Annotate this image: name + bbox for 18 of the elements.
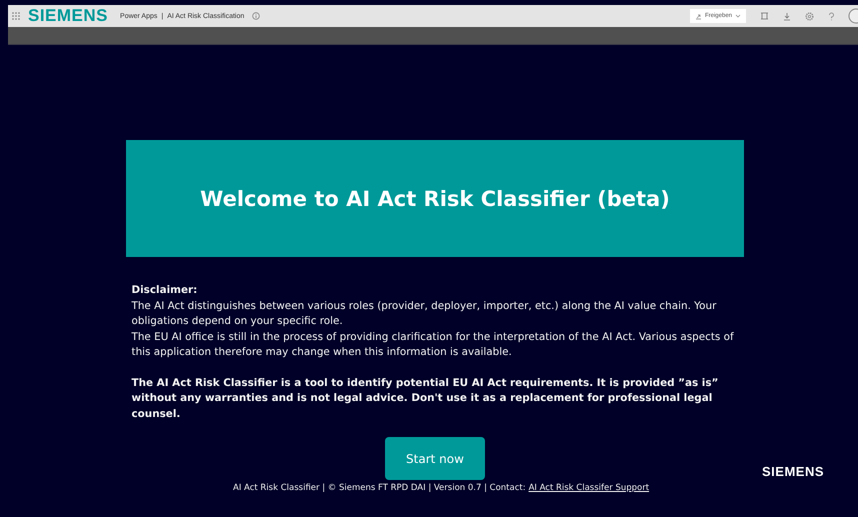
support-link[interactable]: AI Act Risk Classifer Support [528,483,650,493]
disclaimer-paragraph: The AI Act distinguishes between various roles (provider, deployer, importer, etc.) along the AI value chain. Your obligations depend on your specific role. [132,298,718,329]
app-launcher-icon[interactable] [12,12,20,20]
avatar-icon[interactable] [848,8,858,24]
fit-screen-icon[interactable] [760,12,769,20]
info-icon[interactable] [252,12,260,20]
disclaimer-heading: Disclaimer: [132,283,198,298]
disclaimer-paragraph: The EU AI office is still in the process of providing clarification for the interpretation of the AI Act. Various aspects of this application therefore may change when this information is available. [132,330,735,360]
siemens-logo: SIEMENS [28,6,108,26]
help-icon[interactable] [828,12,835,20]
chevron-down-icon [735,14,741,18]
disclaimer-notice: The AI Act Risk Classifier is a tool to identify potential EU AI Act requirements. It is provided ”as is” without any warranties and is not legal advice. Don't use it as a replacement for professional legal counsel. [132,376,720,422]
welcome-banner: Welcome to AI Act Risk Classifier (beta) [126,140,744,257]
share-icon [694,12,702,20]
download-icon[interactable] [783,12,791,20]
footer-text: AI Act Risk Classifier | © Siemens FT RPD DAI | Version 0.7 | Contact: [233,483,526,493]
siemens-logo: SIEMENS [762,464,824,479]
settings-icon[interactable] [805,12,814,20]
